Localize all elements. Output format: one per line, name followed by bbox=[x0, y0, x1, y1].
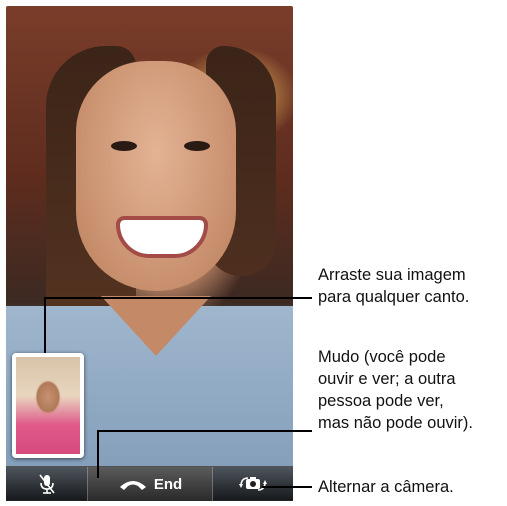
end-call-label: End bbox=[153, 475, 183, 493]
microphone-muted-icon bbox=[39, 474, 55, 494]
drag-callout-line-horizontal bbox=[44, 297, 312, 299]
switch-callout-line1: Alternar a câmera. bbox=[318, 478, 454, 496]
camera-switch-icon bbox=[238, 477, 267, 491]
drag-callout-text: Arraste sua imagem para qualquer canto. bbox=[318, 264, 469, 308]
drag-callout-line1: Arraste sua imagem bbox=[318, 266, 466, 284]
remote-video-eye-right bbox=[184, 141, 210, 151]
mute-callout-text: Mudo (você pode ouvir e ver; a outra pes… bbox=[318, 346, 473, 434]
self-view-image bbox=[16, 357, 80, 454]
call-toolbar: End bbox=[6, 466, 293, 501]
remote-video-eye-left bbox=[111, 141, 137, 151]
drag-callout-line-vertical bbox=[44, 297, 46, 353]
switch-callout-text: Alternar a câmera. bbox=[318, 476, 454, 498]
self-view-thumbnail[interactable] bbox=[12, 353, 84, 458]
mute-button[interactable] bbox=[6, 467, 87, 501]
end-call-button[interactable]: End bbox=[87, 467, 213, 501]
phone-hangup-icon bbox=[119, 481, 146, 490]
mute-callout-line3: pessoa pode ver, bbox=[318, 392, 444, 410]
switch-callout-line bbox=[262, 486, 312, 488]
drag-callout-line2: para qualquer canto. bbox=[318, 288, 470, 306]
mute-callout-line2: ouvir e ver; a outra bbox=[318, 370, 456, 388]
mute-callout-line-horizontal bbox=[97, 430, 312, 432]
switch-camera-button[interactable] bbox=[213, 467, 293, 501]
mute-callout-line4: mas não pode ouvir). bbox=[318, 414, 474, 432]
mute-callout-line1: Mudo (você pode bbox=[318, 348, 446, 366]
mute-callout-line-vertical bbox=[97, 430, 99, 478]
